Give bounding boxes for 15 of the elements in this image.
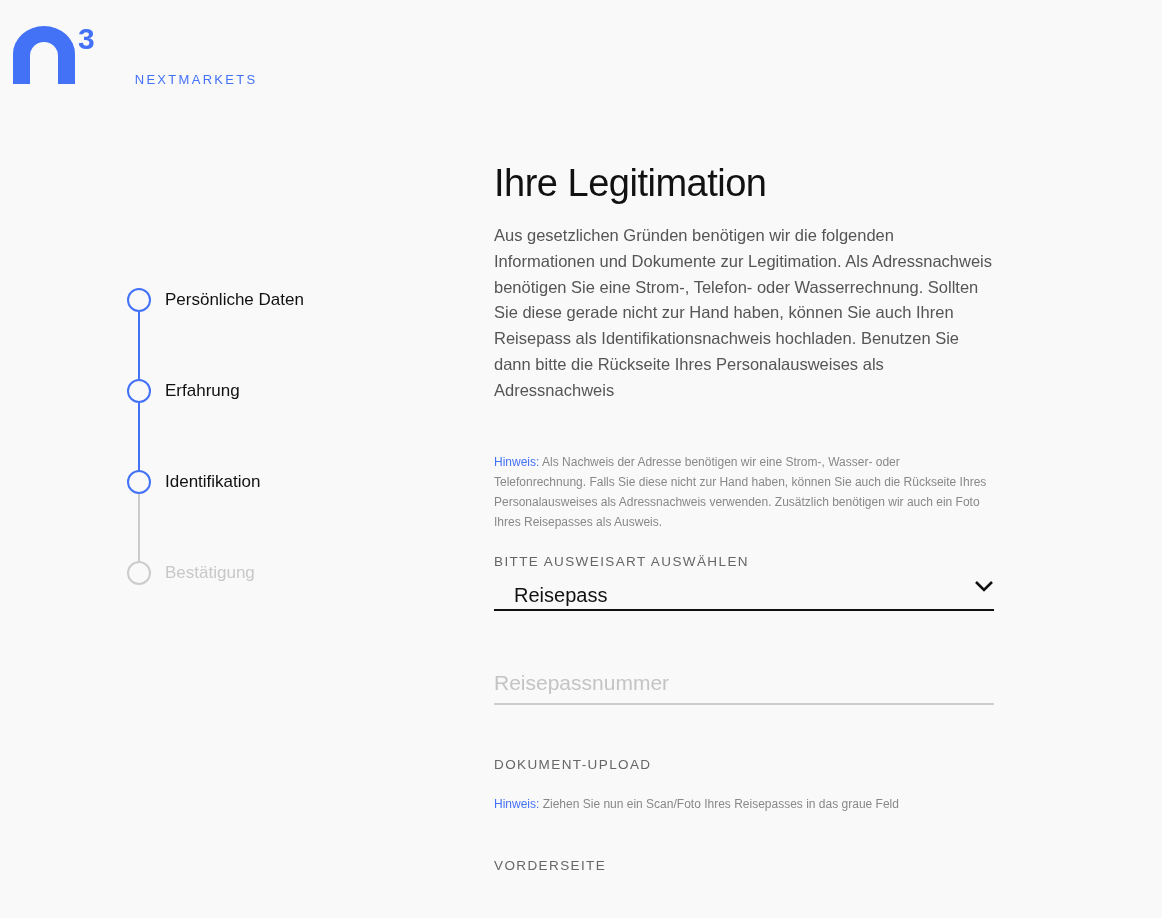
page-title: Ihre Legitimation (494, 162, 768, 205)
hint-text: Hinweis: Als Nachweis der Adresse benötigen wir eine Strom-, Wasser- oder Telefonrechnung. Falls Sie diese nicht zur Hand haben, können Sie auch die Rückseite Ihres Personalausweises als Adressnachweis verwenden. Zusätzlich benötigen wir auch ein Foto Ihres Reisepasses als Ausweis. (494, 453, 988, 531)
step-label[interactable]: Identifikation (165, 472, 261, 492)
logo-icon (13, 26, 75, 84)
chevron-down-icon (974, 578, 994, 593)
id-type-dropdown[interactable]: Reisepass (494, 572, 994, 611)
step-label[interactable]: Erfahrung (165, 381, 240, 401)
field-label: BITTE AUSWEISART AUSWÄHLEN (494, 553, 750, 569)
logo-superscript: 3 (78, 26, 95, 52)
section-label: VORDERSEITE (494, 857, 608, 873)
step-label[interactable]: Persönliche Daten (165, 290, 304, 310)
section-label: DOKUMENT-UPLOAD (494, 756, 653, 772)
intro-paragraph: Aus gesetzlichen Gründen benötigen wir die folgenden Informationen und Dokumente zur Legitimation. Als Adressnachweis benötigen Sie eine Strom-, Telefon- oder Wasserrechnung. Sollten Sie diese gerade nicht zur Hand haben, können Sie auch Ihren Reisepass als Identifikationsnachweis hochladen. Benutzen Sie dann bitte die Rückseite Ihres Personalausweises als Adressnachweis (494, 225, 994, 401)
brand-name: NEXTMARKETS (134, 72, 258, 87)
hint-text: Hinweis: Ziehen Sie nun ein Scan/Foto Ihres Reisepasses in das graue Feld (494, 795, 900, 813)
